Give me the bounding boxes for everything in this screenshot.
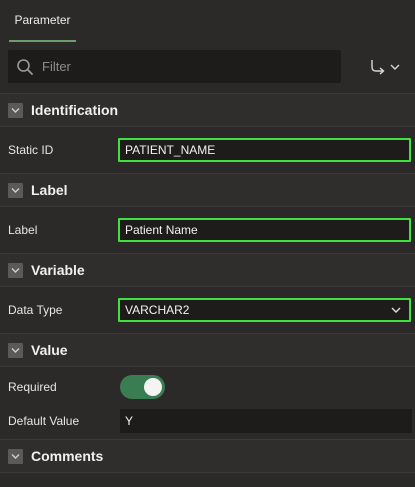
filter-box [8,49,341,84]
default-value-field[interactable]: Y [119,408,413,434]
section-title: Variable [31,262,85,278]
chevron-down-icon [11,187,20,193]
filter-input[interactable] [40,49,341,84]
section-identification[interactable]: Identification [0,93,415,127]
section-variable[interactable]: Variable [0,253,415,287]
chevron-down-icon [391,307,401,313]
label-row: Label Patient Name [0,207,415,253]
collapse-toggle[interactable] [8,262,23,278]
required-row: Required [0,367,415,407]
section-title: Label [31,182,68,198]
field-label: Default Value [8,414,80,428]
chevron-down-icon [11,453,20,459]
tab-bar: Parameter [0,0,415,42]
section-label[interactable]: Label [0,173,415,207]
selected-value: VARCHAR2 [125,303,190,317]
collapse-toggle[interactable] [8,182,23,198]
data-type-select[interactable]: VARCHAR2 [118,298,411,322]
toggle-knob [144,378,162,396]
required-toggle[interactable] [120,375,165,399]
section-title: Identification [31,102,119,118]
section-title: Comments [31,448,104,464]
section-title: Value [31,342,68,358]
collapse-toggle[interactable] [8,342,23,358]
chevron-down-icon [11,107,20,113]
label-field[interactable]: Patient Name [118,218,411,242]
static-id-field[interactable]: PATIENT_NAME [118,138,411,162]
chevron-down-icon [11,347,20,353]
field-label: Static ID [8,143,54,157]
field-label: Required [8,380,57,394]
chevron-down-icon [390,64,400,70]
default-value-row: Default Value Y [0,407,415,435]
static-id-row: Static ID PATIENT_NAME [0,127,415,173]
field-label: Data Type [8,303,63,317]
tab-parameter[interactable]: Parameter [9,0,76,42]
collapse-toggle[interactable] [8,102,23,118]
section-value[interactable]: Value [0,333,415,367]
collapse-toggle[interactable] [8,448,23,464]
goto-arrow-icon [371,60,385,75]
chevron-down-icon [11,267,20,273]
toolbar [0,42,415,93]
data-type-row: Data Type VARCHAR2 [0,287,415,333]
goto-group-button[interactable] [362,51,406,83]
search-icon [17,58,33,75]
field-label: Label [8,223,38,237]
section-comments[interactable]: Comments [0,439,415,473]
